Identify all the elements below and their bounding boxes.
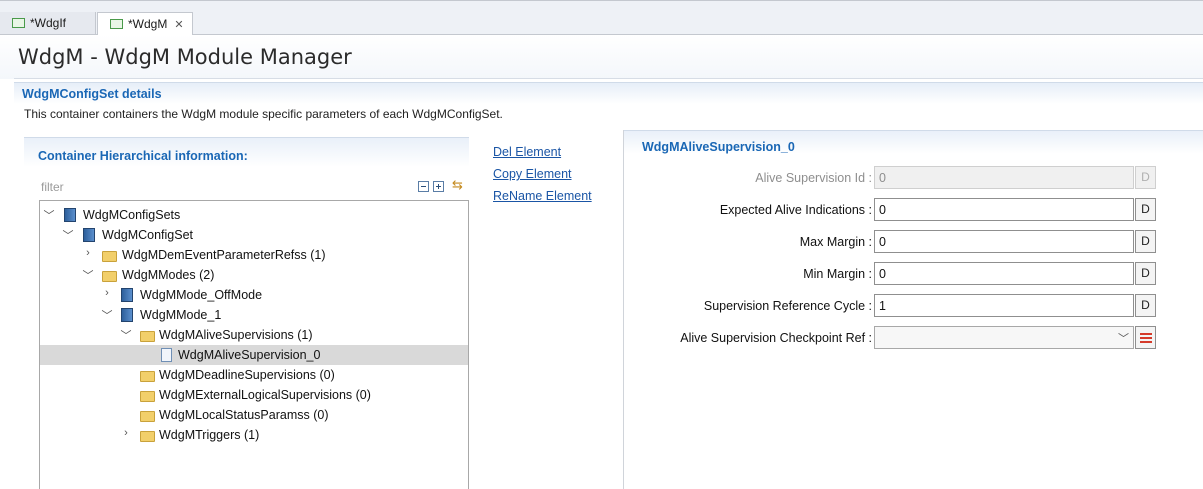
alive-supervision-id-default-button: D (1135, 166, 1156, 189)
chevron-down-icon[interactable]: ﹀ (101, 307, 113, 323)
folder-icon (140, 431, 155, 442)
tab-wdgif[interactable]: *WdgIf (0, 12, 96, 34)
tree-item-label: WdgMMode_OffMode (140, 288, 263, 302)
max-margin-default-button[interactable]: D (1135, 230, 1156, 253)
document-icon (161, 348, 172, 362)
max-margin-field[interactable]: 0 (874, 230, 1134, 253)
tree-item-label: WdgMAliveSupervisions (1) (159, 328, 313, 342)
tree-item-alivesupervision-0[interactable]: WdgMAliveSupervision_0 (40, 345, 468, 365)
tree-item-label: WdgMConfigSets (83, 208, 181, 222)
hierarchy-header: Container Hierarchical information: (24, 137, 469, 167)
copy-element-link[interactable]: Copy Element (493, 167, 572, 181)
chevron-down-icon[interactable]: ﹀ (43, 207, 55, 223)
tree-item-localstatusparamss[interactable]: WdgMLocalStatusParamss (0) (40, 405, 468, 425)
tree-item-label: WdgMTriggers (1) (159, 428, 260, 442)
folder-icon (140, 371, 155, 382)
tree-item-wdgmconfigsets[interactable]: ﹀ WdgMConfigSets (40, 205, 468, 225)
supervision-reference-cycle-label: Supervision Reference Cycle : (703, 299, 872, 313)
section-title: WdgMConfigSet details (22, 87, 162, 101)
close-icon[interactable]: ✕ (174, 18, 183, 31)
collapse-all-icon[interactable] (418, 181, 429, 192)
module-icon (121, 288, 133, 302)
hierarchy-panel: Container Hierarchical information: filt… (24, 137, 469, 489)
tree-item-mode-offmode[interactable]: › WdgMMode_OffMode (40, 285, 468, 305)
checkpoint-ref-label: Alive Supervision Checkpoint Ref : (680, 331, 872, 345)
folder-icon (140, 391, 155, 402)
tree-item-demeventparameterrefss[interactable]: › WdgMDemEventParameterRefss (1) (40, 245, 468, 265)
container-tree[interactable]: ﹀ WdgMConfigSets ﹀ WdgMConfigSet › WdgMD… (39, 200, 469, 489)
tree-item-label: WdgMExternalLogicalSupervisions (0) (159, 388, 371, 402)
max-margin-label: Max Margin : (799, 235, 872, 249)
alive-supervision-id-field: 0 (874, 166, 1134, 189)
folder-icon (102, 271, 117, 282)
tab-label: *WdgIf (30, 16, 67, 30)
chevron-right-icon[interactable]: › (82, 247, 94, 259)
tree-item-wdgmconfigset[interactable]: ﹀ WdgMConfigSet (40, 225, 468, 245)
tree-item-label: WdgMLocalStatusParamss (0) (159, 408, 329, 422)
editor-icon (110, 19, 123, 29)
expected-alive-indications-label: Expected Alive Indications : (719, 203, 872, 217)
chevron-right-icon[interactable]: › (120, 427, 132, 439)
tree-item-label: WdgMAliveSupervision_0 (178, 348, 321, 362)
tree-item-wdgmtriggers[interactable]: › WdgMTriggers (1) (40, 425, 468, 445)
filter-input[interactable]: filter (41, 180, 64, 194)
module-icon (83, 228, 95, 242)
tree-item-deadlinesupervisions[interactable]: WdgMDeadlineSupervisions (0) (40, 365, 468, 385)
min-margin-default-button[interactable]: D (1135, 262, 1156, 285)
tree-item-mode-1[interactable]: ﹀ WdgMMode_1 (40, 305, 468, 325)
tab-wdgm[interactable]: *WdgM ✕ (97, 12, 193, 35)
module-icon (64, 208, 76, 222)
expected-alive-indications-field[interactable]: 0 (874, 198, 1134, 221)
tree-item-label: WdgMDemEventParameterRefss (1) (122, 248, 326, 262)
header-divider (14, 78, 1203, 79)
chevron-down-icon[interactable]: ﹀ (120, 327, 132, 343)
page-header: WdgM - WdgM Module Manager (0, 35, 1203, 79)
tree-item-label: WdgMDeadlineSupervisions (0) (159, 368, 335, 382)
tree-item-label: WdgMModes (2) (122, 268, 215, 282)
section-description: This container containers the WdgM modul… (24, 107, 503, 121)
expand-all-icon[interactable] (433, 181, 444, 192)
rename-element-link[interactable]: ReName Element (493, 189, 592, 203)
chevron-down-icon[interactable]: ﹀ (62, 227, 74, 243)
folder-icon (102, 251, 117, 262)
tree-item-label: WdgMMode_1 (140, 308, 222, 322)
supervision-reference-cycle-default-button[interactable]: D (1135, 294, 1156, 317)
module-icon (121, 308, 133, 322)
details-panel: WdgMAliveSupervision_0 Alive Supervision… (623, 130, 1203, 489)
min-margin-label: Min Margin : (803, 267, 872, 281)
tree-item-label: WdgMConfigSet (102, 228, 194, 242)
details-title: WdgMAliveSupervision_0 (642, 140, 795, 154)
hierarchy-title: Container Hierarchical information: (38, 149, 248, 163)
tree-item-externallogicalsupervisions[interactable]: WdgMExternalLogicalSupervisions (0) (40, 385, 468, 405)
reference-list-icon[interactable] (1135, 326, 1156, 349)
alive-supervision-id-label: Alive Supervision Id : (755, 171, 872, 185)
chevron-down-icon[interactable]: ﹀ (1118, 330, 1129, 346)
expected-alive-indications-default-button[interactable]: D (1135, 198, 1156, 221)
chevron-right-icon[interactable]: › (101, 287, 113, 299)
min-margin-field[interactable]: 0 (874, 262, 1134, 285)
section-header: WdgMConfigSet details (14, 82, 1203, 104)
page-title: WdgM - WdgM Module Manager (18, 45, 352, 69)
tree-item-alivesupervisions[interactable]: ﹀ WdgMAliveSupervisions (1) (40, 325, 468, 345)
supervision-reference-cycle-field[interactable]: 1 (874, 294, 1134, 317)
tree-item-wdgmmodes[interactable]: ﹀ WdgMModes (2) (40, 265, 468, 285)
chevron-down-icon[interactable]: ﹀ (82, 267, 94, 283)
details-header: WdgMAliveSupervision_0 (624, 130, 1203, 154)
editor-icon (12, 18, 25, 28)
tab-label: *WdgM (128, 17, 168, 31)
del-element-link[interactable]: Del Element (493, 145, 561, 159)
folder-icon (140, 331, 155, 342)
folder-icon (140, 411, 155, 422)
checkpoint-ref-select[interactable]: ﹀ (874, 326, 1134, 349)
link-with-editor-icon[interactable]: ⇆ (452, 177, 463, 193)
